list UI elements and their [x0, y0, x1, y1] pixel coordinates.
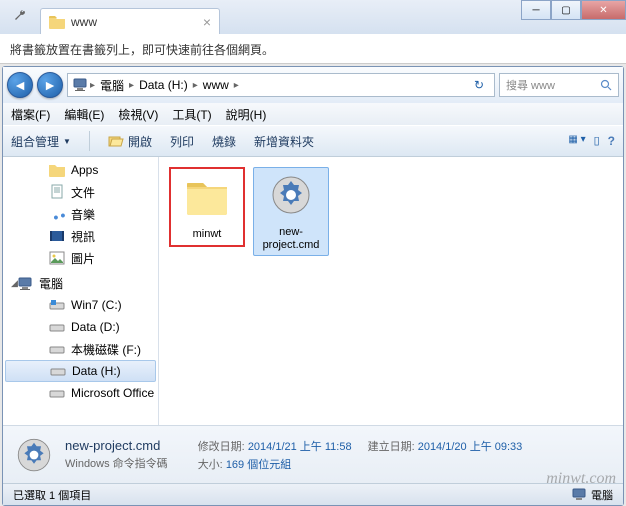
print-button[interactable]: 列印	[170, 133, 194, 150]
sidebar-item-pictures[interactable]: 圖片	[3, 247, 158, 269]
menu-file[interactable]: 檔案(F)	[11, 106, 50, 122]
folder-icon	[183, 173, 231, 221]
video-icon	[49, 229, 65, 243]
drive-win-icon	[49, 298, 65, 312]
doc-icon	[49, 184, 65, 200]
sidebar-item-documents[interactable]: 文件	[3, 181, 158, 203]
drive-icon	[50, 364, 66, 378]
forward-button[interactable]: ►	[37, 72, 63, 98]
menu-view[interactable]: 檢視(V)	[118, 106, 158, 122]
toolbar: 組合管理 ▼ 開啟 列印 燒錄 新增資料夾 ▦ ▾ ▯ ?	[3, 125, 623, 157]
file-item-cmd[interactable]: new-project.cmd	[253, 167, 329, 256]
burn-button[interactable]: 燒錄	[212, 133, 236, 150]
status-text: 已選取 1 個項目	[13, 487, 91, 503]
computer-icon	[571, 488, 587, 502]
refresh-icon[interactable]: ↻	[468, 78, 490, 92]
detail-filetype: Windows 命令指令碼	[65, 455, 168, 471]
computer-icon	[72, 78, 88, 92]
drive-icon	[49, 386, 65, 400]
menu-bar: 檔案(F) 編輯(E) 檢視(V) 工具(T) 說明(H)	[3, 103, 623, 125]
sidebar-item-apps[interactable]: Apps	[3, 159, 158, 181]
file-item-folder[interactable]: minwt	[169, 167, 245, 247]
folder-icon	[49, 163, 65, 177]
close-button[interactable]: ✕	[581, 0, 626, 20]
search-placeholder: 搜尋 www	[506, 77, 555, 93]
file-label: new-project.cmd	[257, 226, 325, 252]
drive-icon	[49, 342, 65, 356]
sidebar-drive-d[interactable]: Data (D:)	[3, 316, 158, 338]
sidebar-drive-c[interactable]: Win7 (C:)	[3, 294, 158, 316]
nav-bar: ◄ ► ▸ 電腦 ▸ Data (H:) ▸ www ▸ ↻ 搜尋 www	[3, 67, 623, 103]
file-panel[interactable]: minwt new-project.cmd	[159, 157, 623, 425]
menu-edit[interactable]: 編輯(E)	[64, 106, 104, 122]
folder-icon	[49, 15, 65, 29]
file-label: minwt	[175, 228, 239, 241]
picture-icon	[49, 251, 65, 265]
sidebar-drive-office[interactable]: Microsoft Office	[3, 382, 158, 404]
sidebar-drive-f[interactable]: 本機磁碟 (F:)	[3, 338, 158, 360]
back-button[interactable]: ◄	[7, 72, 33, 98]
menu-help[interactable]: 說明(H)	[226, 106, 267, 122]
help-button[interactable]: ?	[608, 134, 615, 148]
detail-created: 2014/1/20 上午 09:33	[418, 441, 523, 453]
search-input[interactable]: 搜尋 www	[499, 73, 619, 97]
newfolder-button[interactable]: 新增資料夾	[254, 133, 314, 150]
sidebar-computer-header[interactable]: ◢電腦	[3, 269, 158, 294]
music-icon	[49, 206, 65, 222]
status-bar: 已選取 1 個項目 電腦	[3, 483, 623, 505]
chrome-tab-bar: www × ─ ▢ ✕	[0, 0, 626, 34]
minimize-button[interactable]: ─	[521, 0, 551, 20]
tab-close-icon[interactable]: ×	[203, 14, 211, 30]
window-controls: ─ ▢ ✕	[521, 0, 626, 20]
search-icon	[600, 79, 612, 91]
breadcrumb-item[interactable]: 電腦	[97, 77, 127, 94]
content-area: Apps 文件 音樂 視訊 圖片 ◢電腦 Win7 (C:) Data (D:)…	[3, 157, 623, 425]
preview-pane-button[interactable]: ▯	[594, 134, 600, 148]
watermark: minwt.com	[546, 470, 616, 488]
explorer-window: ◄ ► ▸ 電腦 ▸ Data (H:) ▸ www ▸ ↻ 搜尋 www 檔案…	[2, 66, 624, 506]
sidebar-item-videos[interactable]: 視訊	[3, 225, 158, 247]
bookmark-bar: 將書籤放置在書籤列上，即可快速前往各個網頁。	[0, 34, 626, 64]
maximize-button[interactable]: ▢	[551, 0, 581, 20]
detail-modified: 2014/1/21 上午 11:58	[248, 441, 352, 453]
breadcrumb[interactable]: ▸ 電腦 ▸ Data (H:) ▸ www ▸ ↻	[67, 73, 495, 97]
details-pane: new-project.cmd Windows 命令指令碼 修改日期: 2014…	[3, 425, 623, 483]
status-right: 電腦	[571, 487, 613, 503]
open-button[interactable]: 開啟	[108, 133, 152, 150]
cmd-icon	[267, 171, 315, 219]
menu-tools[interactable]: 工具(T)	[172, 106, 211, 122]
detail-filename: new-project.cmd	[65, 438, 168, 453]
breadcrumb-item[interactable]: Data (H:)	[136, 78, 191, 92]
computer-icon	[17, 277, 33, 291]
breadcrumb-item[interactable]: www	[200, 78, 232, 92]
sidebar: Apps 文件 音樂 視訊 圖片 ◢電腦 Win7 (C:) Data (D:)…	[3, 157, 159, 425]
drive-icon	[49, 320, 65, 334]
detail-size: 169 個位元組	[226, 459, 291, 471]
open-icon	[108, 134, 124, 148]
organize-button[interactable]: 組合管理 ▼	[11, 133, 71, 150]
browser-tab[interactable]: www ×	[40, 8, 220, 34]
sidebar-drive-h[interactable]: Data (H:)	[5, 360, 156, 382]
sidebar-item-music[interactable]: 音樂	[3, 203, 158, 225]
view-options-button[interactable]: ▦ ▾	[568, 134, 585, 148]
tab-title: www	[71, 15, 197, 29]
cmd-icon	[13, 434, 55, 476]
wrench-icon[interactable]	[12, 8, 28, 29]
